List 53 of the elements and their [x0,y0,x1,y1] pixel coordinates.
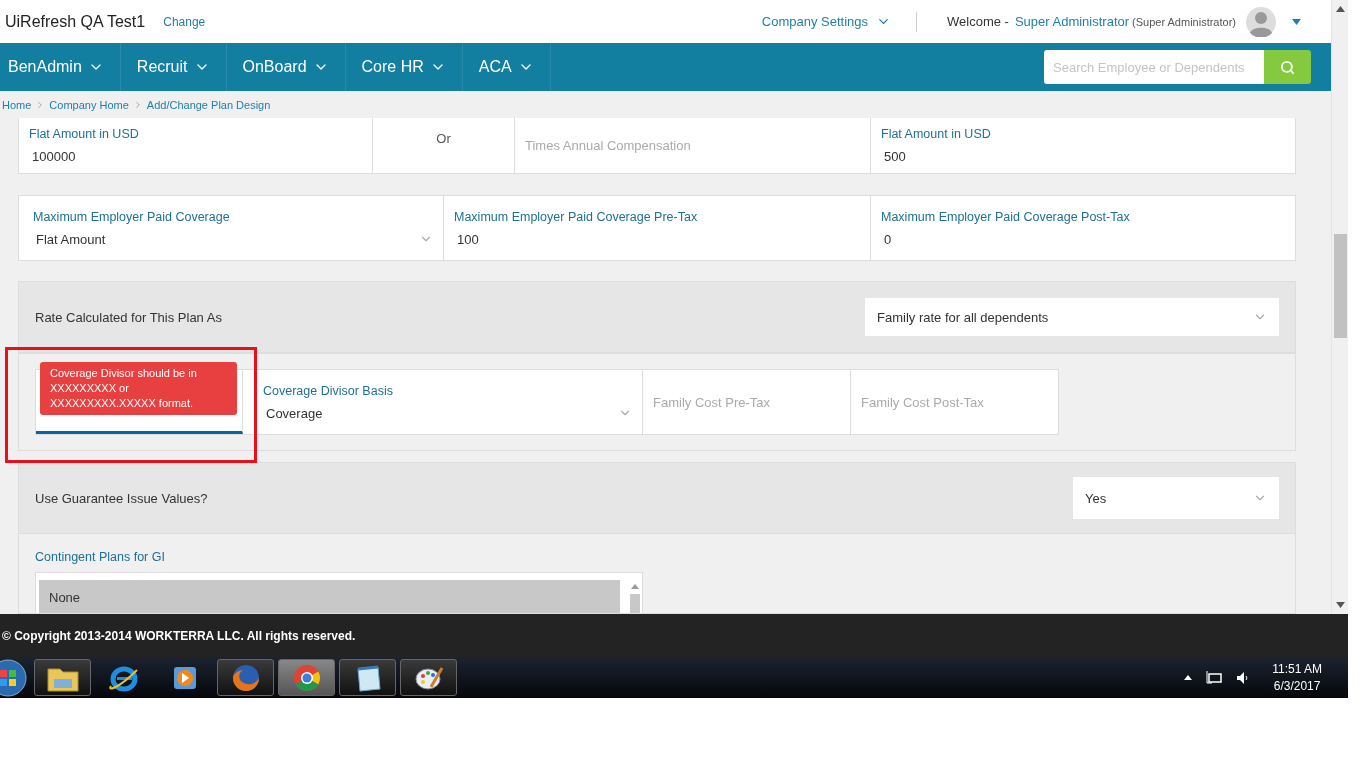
network-icon[interactable] [1206,670,1223,685]
input-field[interactable]: Times Annual Compensation [525,138,860,153]
field-label: Coverage Divisor Basis [263,383,394,398]
copyright-text: © Copyright 2013-2014 WORKTERRA LLC. All rights reserved. [2,628,356,643]
taskbar-button[interactable] [400,659,457,696]
user-name-link[interactable]: Super Administrator [1014,14,1130,29]
select-field[interactable]: Coverage [263,405,632,421]
scroll-up-arrow-icon[interactable] [1335,6,1345,12]
input-field[interactable]: 0 [881,231,1285,247]
clock[interactable]: 11:51 AM 6/3/2017 [1272,660,1322,695]
field-label: Use Guarantee Issue Values? [35,490,208,506]
or-text: Or [435,131,452,146]
nav-menu-item[interactable]: Recruit [120,43,227,91]
breadcrumb-link[interactable]: Add/Change Plan Design [146,98,271,111]
field-label: Flat Amount in USD [881,127,992,141]
welcome-text: Welcome - [947,14,1009,29]
user-role: (Super Administrator) [1132,15,1236,28]
start-orb-icon[interactable] [0,657,28,698]
error-tooltip: Coverage Divisor should be in XXXXXXXXX or XXXXXXXXX.XXXXX format. [40,362,237,415]
company-settings-menu[interactable]: Company Settings [761,14,916,29]
field-label: Rate Calculated for This Plan As [35,309,222,325]
guarantee-issue-select[interactable]: Yes [1073,477,1279,519]
company-name: UiRefresh QA Test1 [5,12,146,31]
field-label: Contingent Plans for GI [35,550,166,564]
field-label: Maximum Employer Paid Coverage [33,209,231,224]
breadcrumb-link[interactable]: Company Home [49,98,129,111]
field-label: Maximum Employer Paid Coverage Pre-Tax [454,209,699,224]
select-field[interactable]: Flat Amount [33,231,433,247]
list-item[interactable]: None [39,580,620,613]
caret-icon[interactable] [1292,18,1301,25]
input-field[interactable]: 100 [454,231,860,247]
change-link[interactable]: Change [163,14,206,29]
page-scrollbar[interactable] [1331,0,1348,614]
nav-menu-item[interactable]: Core HR [345,43,463,91]
scrollbar-thumb[interactable] [1333,234,1347,338]
field-label: Flat Amount in USD [29,127,140,141]
field-label: Maximum Employer Paid Coverage Post-Tax [881,209,1131,224]
input-field[interactable]: 500 [881,149,1285,164]
nav-menu-item[interactable]: BenAdmin [0,43,121,91]
avatar-icon[interactable] [1246,6,1276,37]
search-field[interactable]: Search Employee or Dependents [1044,50,1264,84]
taskbar-button[interactable] [217,659,274,696]
scroll-down-arrow-icon[interactable] [1335,602,1345,608]
speaker-icon[interactable] [1236,670,1249,685]
taskbar-button[interactable] [34,659,91,696]
nav-menu-item[interactable]: OnBoard [226,43,346,91]
nav-menu-item[interactable]: ACA [462,43,551,91]
input-field[interactable]: 100000 [29,149,362,164]
taskbar-button[interactable] [339,659,396,696]
breadcrumb-link[interactable]: Home [2,98,32,111]
search-icon [1280,59,1295,75]
caret-up-icon[interactable] [1184,675,1193,680]
rate-select[interactable]: Family rate for all dependents [865,298,1279,336]
